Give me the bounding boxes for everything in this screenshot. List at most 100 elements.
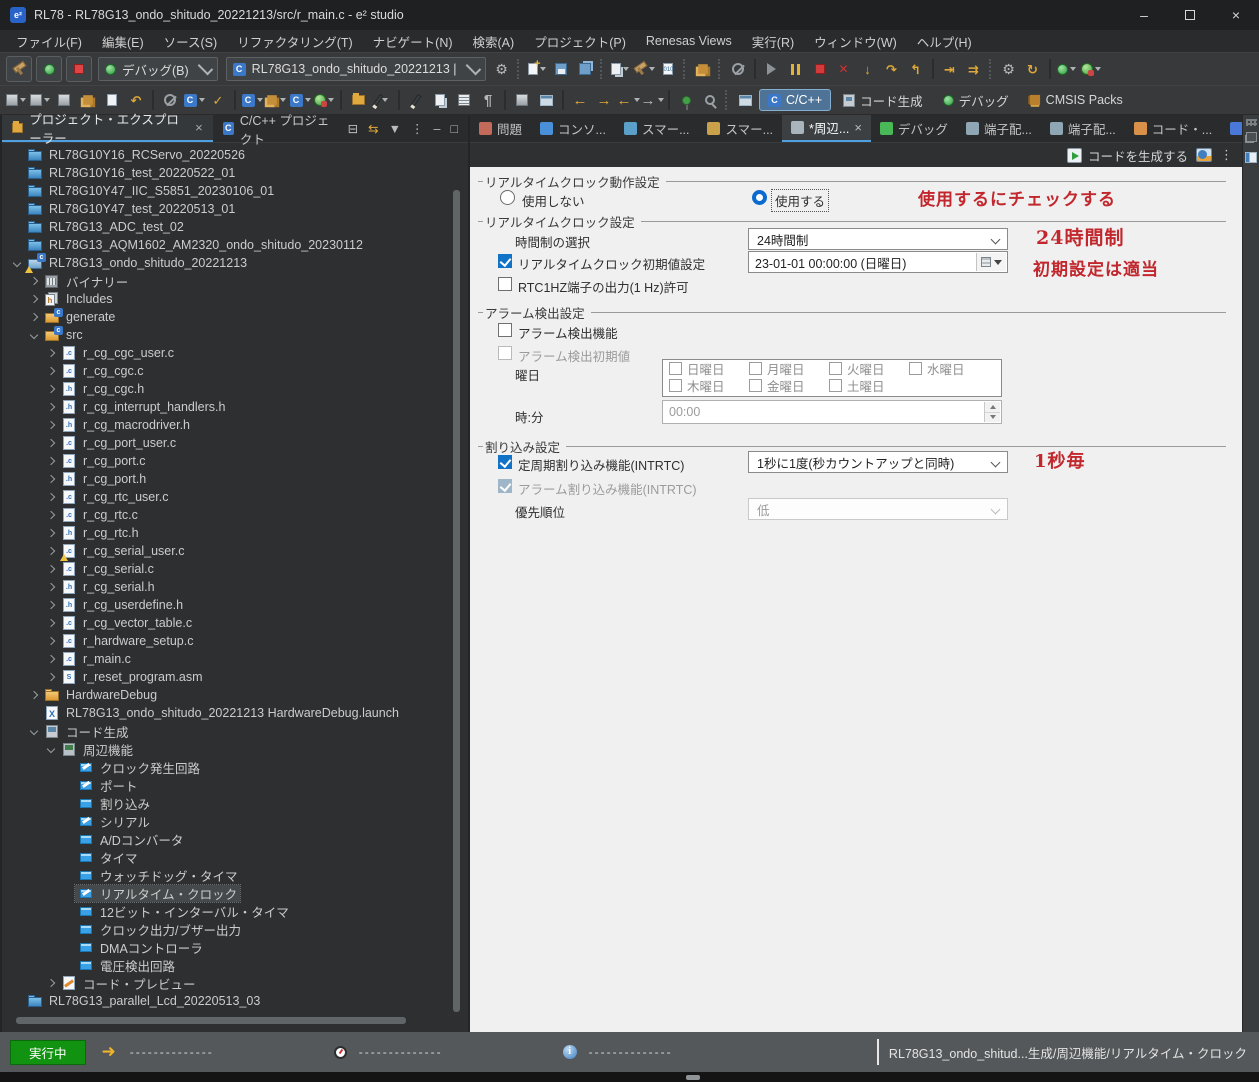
menu-item-1[interactable]: 編集(E) <box>92 30 154 53</box>
tree-item[interactable]: .h r_cg_serial.h <box>2 578 452 596</box>
weekday-checkbox[interactable] <box>829 379 842 392</box>
explorer-tab-1[interactable]: C C/C++ プロジェクト <box>213 114 348 147</box>
outline-icon[interactable] <box>453 89 475 111</box>
tree-chevron-icon[interactable] <box>27 312 41 322</box>
tree-item[interactable]: リアルタイム・クロック <box>2 883 452 903</box>
editor-tab-pin-config-7[interactable]: 端子配... <box>1041 115 1125 142</box>
disconnect-icon[interactable]: ✕ <box>833 58 855 80</box>
menu-item-4[interactable]: ナビゲート(N) <box>363 30 463 53</box>
tree-chevron-icon[interactable] <box>44 672 58 682</box>
new-header-file-icon[interactable] <box>265 89 287 111</box>
tree-chevron-icon[interactable] <box>10 258 24 268</box>
radio-not-used[interactable] <box>500 190 515 205</box>
tree-item[interactable]: .c r_cg_vector_table.c <box>2 614 452 632</box>
tree-item[interactable]: バイナリー <box>2 272 452 290</box>
debug-as-icon[interactable] <box>1056 58 1078 80</box>
tree-chevron-icon[interactable] <box>44 978 58 988</box>
close-icon[interactable]: × <box>195 120 203 135</box>
new-codegen-file-icon[interactable] <box>313 89 335 111</box>
tree-chevron-icon[interactable] <box>44 654 58 664</box>
view-menu-icon[interactable]: ⋮ <box>1220 147 1234 163</box>
tree-item[interactable]: .c r_cg_rtc_user.c <box>2 488 452 506</box>
weekday-checkbox[interactable] <box>829 362 842 375</box>
maximize-button[interactable] <box>1167 0 1213 30</box>
launch-settings-gear-icon[interactable]: ⚙ <box>491 58 513 80</box>
editor-tab-debug-view-5[interactable]: デバッグ <box>871 115 957 142</box>
tree-item[interactable]: 周辺機能 <box>2 740 452 758</box>
run-as-icon[interactable] <box>1080 58 1102 80</box>
perspective-cpp[interactable]: C C/C++ <box>759 89 832 111</box>
run-to-line-icon[interactable]: ⇥ <box>939 58 961 80</box>
tree-chevron-icon[interactable] <box>27 276 41 286</box>
minimized-view-icon[interactable] <box>1245 152 1257 163</box>
new-file-template-icon[interactable]: C <box>289 89 311 111</box>
launch-config-combo[interactable]: C RL78G13_ondo_shitudo_20221213 | <box>225 57 486 81</box>
radio-used-label[interactable]: 使用する <box>770 189 830 212</box>
toggle-comment-icon[interactable]: ✓ <box>207 89 229 111</box>
open-window-icon[interactable] <box>535 89 557 111</box>
rtc1hz-label[interactable]: RTC1HZ端子の出力(1 Hz)許可 <box>518 277 689 296</box>
periodic-interrupt-checkbox[interactable] <box>498 455 512 469</box>
build-all-icon[interactable] <box>633 58 655 80</box>
tree-chevron-icon[interactable] <box>44 528 58 538</box>
tree-item[interactable]: .h r_cg_rtc.h <box>2 524 452 542</box>
launch-mode-combo[interactable]: デバッグ(B) <box>98 57 218 81</box>
menu-item-9[interactable]: ウィンドウ(W) <box>804 30 907 53</box>
use-step-filters-icon[interactable]: ⇉ <box>963 58 985 80</box>
back-gold-icon[interactable]: ← <box>569 89 591 111</box>
perspective-debug[interactable]: デバッグ <box>935 88 1017 113</box>
tree-item[interactable]: RL78G10Y47_test_20220513_01 <box>2 200 452 218</box>
tree-item[interactable]: RL78G13_AQM1602_AM2320_ondo_shitudo_2023… <box>2 236 452 254</box>
step-into-icon[interactable]: ↓ <box>857 58 879 80</box>
tree-chevron-icon[interactable] <box>44 474 58 484</box>
time-spinner[interactable] <box>984 402 1000 422</box>
editor-tab-console-1[interactable]: コンソ... <box>531 115 615 142</box>
debug-launch-button[interactable] <box>36 56 62 82</box>
close-button[interactable]: × <box>1213 0 1259 30</box>
tree-item[interactable]: .c r_cg_rtc.c <box>2 506 452 524</box>
resume-icon[interactable] <box>761 58 783 80</box>
link-with-editor-icon[interactable]: ⇆ <box>368 121 378 136</box>
collapse-all-icon[interactable]: ⊟ <box>348 121 358 136</box>
radio-used[interactable] <box>752 190 767 205</box>
editor-tab-pin-config-6[interactable]: 端子配... <box>957 115 1041 142</box>
step-over-icon[interactable]: ↷ <box>881 58 903 80</box>
format-icon[interactable] <box>405 89 427 111</box>
tree-chevron-icon[interactable] <box>44 510 58 520</box>
tree-chevron-icon[interactable] <box>44 366 58 376</box>
tree-chevron-icon[interactable] <box>44 564 58 574</box>
perspective-codegen[interactable]: コード生成 <box>835 88 931 113</box>
tree-chevron-icon[interactable] <box>44 744 58 754</box>
weekday-checkbox[interactable] <box>669 379 682 392</box>
tree-item[interactable]: c src <box>2 325 452 344</box>
open-perspective-icon[interactable] <box>734 89 756 111</box>
periodic-interval-select[interactable]: 1秒に1度(秒カウントアップと同時) <box>748 451 1008 473</box>
new-wizard-icon[interactable] <box>526 58 548 80</box>
tree-item[interactable]: .c r_cg_cgc.c <box>2 362 452 380</box>
build-working-set-icon[interactable] <box>609 58 631 80</box>
tree-chevron-icon[interactable] <box>44 384 58 394</box>
tree-vertical-scrollbar[interactable] <box>453 190 460 1012</box>
fast-view-grip-icon[interactable] <box>1245 119 1257 126</box>
suspend-icon[interactable] <box>785 58 807 80</box>
copy-doc-icon[interactable] <box>429 89 451 111</box>
close-icon[interactable]: × <box>854 120 862 135</box>
rtc-initial-label[interactable]: リアルタイムクロック初期値設定 <box>518 254 705 273</box>
rtc-initial-checkbox[interactable] <box>498 254 512 268</box>
tree-item[interactable]: コード・プレビュー <box>2 974 452 992</box>
rtc-initial-datetime-field[interactable]: 23-01-01 00:00:00 (日曜日) <box>748 251 1008 273</box>
weekday-checkbox[interactable] <box>749 379 762 392</box>
tree-item[interactable]: RL78G13_parallel_Lcd_20220513_03 <box>2 992 452 1010</box>
tree-item[interactable]: クロック発生回路 <box>2 758 452 776</box>
calendar-dropdown-button[interactable] <box>976 253 1006 271</box>
tree-item[interactable]: 割り込み <box>2 794 452 812</box>
minimize-view-icon[interactable]: – <box>433 122 440 136</box>
tree-item[interactable]: 電圧検出回路 <box>2 956 452 974</box>
new-source-file-icon[interactable]: C <box>241 89 263 111</box>
tree-item[interactable]: RL78G10Y16_RCServo_20220526 <box>2 146 452 164</box>
tree-item[interactable]: .h r_cg_cgc.h <box>2 380 452 398</box>
menu-item-8[interactable]: 実行(R) <box>742 30 804 53</box>
menu-item-10[interactable]: ヘルプ(H) <box>907 30 982 53</box>
tree-item[interactable]: .c r_cg_serial.c <box>2 560 452 578</box>
maximize-view-icon[interactable]: □ <box>450 122 458 136</box>
